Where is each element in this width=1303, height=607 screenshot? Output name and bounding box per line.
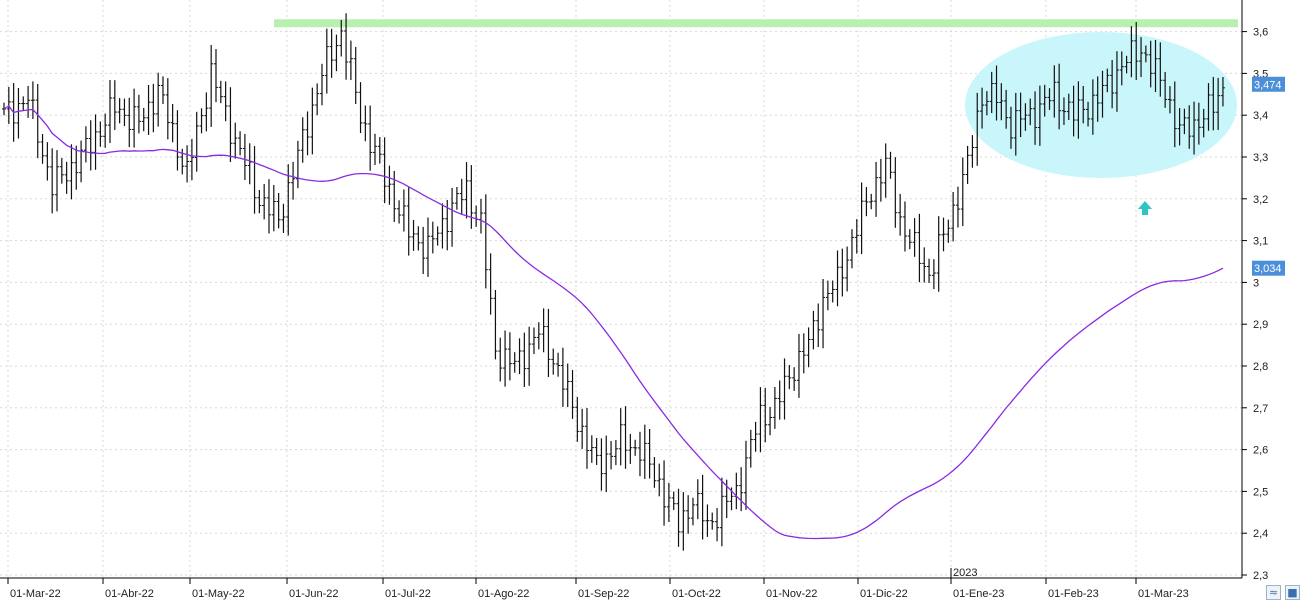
y-tick-label: 2,9 (1253, 319, 1268, 331)
y-tick-label: 3,2 (1253, 194, 1268, 206)
x-tick-label: 01-Jun-22 (289, 588, 339, 600)
price-label-text: 3,474 (1254, 79, 1282, 91)
x-tick-label: 01-Jul-22 (385, 588, 431, 600)
x-tick-label: 01-Dic-22 (860, 588, 908, 600)
scale-toggle-icon[interactable]: ≈ (1266, 585, 1281, 600)
x-tick-label: 01-Sep-22 (578, 588, 629, 600)
y-tick-label: 2,4 (1253, 528, 1268, 540)
x-tick-label: 01-Mar-23 (1138, 588, 1189, 600)
y-tick-label: 3,6 (1253, 27, 1268, 39)
y-tick-label: 3 (1253, 277, 1259, 289)
ma-label-text: 3,034 (1254, 263, 1282, 275)
y-tick-label: 2,6 (1253, 445, 1268, 457)
x-tick-label: 01-Feb-23 (1048, 588, 1099, 600)
x-tick-label: 01-Oct-22 (672, 588, 721, 600)
ma-label: 3,034 (1252, 260, 1285, 276)
x-tick-label: 01-Abr-22 (105, 588, 154, 600)
x-tick-label: 01-Nov-22 (766, 588, 817, 600)
chart-canvas[interactable]: 2023 3,63,53,43,33,23,132,92,82,72,62,52… (0, 0, 1303, 602)
x-tick-label: 01-Mar-22 (10, 588, 61, 600)
y-tick-label: 2,7 (1253, 403, 1268, 415)
y-tick-label: 3,3 (1253, 152, 1268, 164)
y-tick-label: 3,1 (1253, 236, 1268, 248)
y-tick-label: 2,8 (1253, 361, 1268, 373)
x-tick-label: 01-Ene-23 (953, 588, 1004, 600)
y-tick-label: 2,5 (1253, 486, 1268, 498)
x-tick-label: 01-Ago-22 (478, 588, 529, 600)
y-tick-label: 2,3 (1253, 570, 1268, 582)
save-icon[interactable]: ■ (1285, 585, 1300, 600)
y-tick-label: 3,4 (1253, 110, 1268, 122)
price-label: 3,474 (1252, 76, 1285, 92)
stock-chart[interactable]: 2023 3,6 3,5 3,4 3,3 3,2 3,1 3 2,9 2,8 2,7 2,6 2,5 2… (0, 0, 1303, 602)
year-marker: 2023 (953, 567, 977, 579)
x-tick-label: 01-May-22 (192, 588, 245, 600)
